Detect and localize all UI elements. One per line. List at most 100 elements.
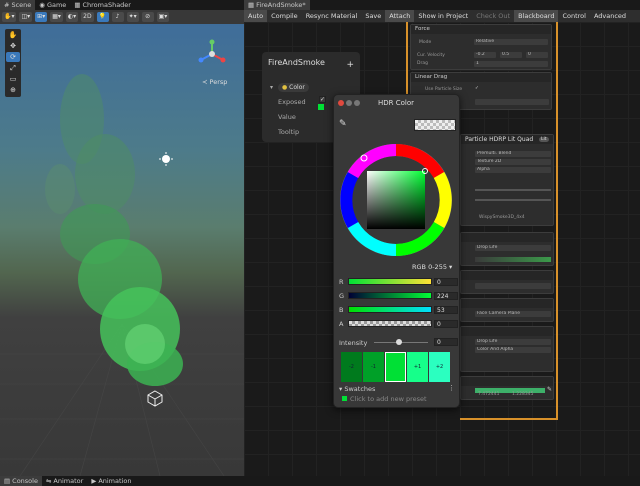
mode-2d-button[interactable]: 2D xyxy=(81,12,94,22)
animator-icon: ⇋ xyxy=(45,477,52,485)
minimize-window-icon[interactable] xyxy=(346,100,352,106)
eyedropper-icon[interactable]: ✎ xyxy=(339,119,347,129)
swatches-header[interactable]: ▾ Swatches xyxy=(339,385,375,393)
move-tool-icon[interactable]: ✥ xyxy=(6,41,20,51)
force-drag-field[interactable]: 1 xyxy=(474,61,548,67)
attach-button[interactable]: Attach xyxy=(385,10,415,22)
transform-tool-icon[interactable]: ⊕ xyxy=(6,85,20,95)
channel-g-value[interactable]: 224 xyxy=(434,292,458,300)
slider-track[interactable] xyxy=(475,189,551,191)
scale-tool-icon[interactable]: ⤢ xyxy=(6,63,20,73)
pivot-button[interactable]: ⊞▾ xyxy=(35,12,48,22)
compile-button[interactable]: Compile xyxy=(267,10,302,22)
tab-chroma-shader[interactable]: ▦ ChromaShader xyxy=(70,0,135,10)
maximize-window-icon[interactable] xyxy=(354,100,360,106)
swatch-plus-2[interactable]: +2 xyxy=(429,352,450,382)
float-block[interactable] xyxy=(460,270,554,294)
sun-light-icon xyxy=(159,152,173,166)
value-label: Value xyxy=(278,113,296,121)
channel-b-value[interactable]: 53 xyxy=(434,306,458,314)
color-alpha-dropdown[interactable]: Color And Alpha xyxy=(475,347,551,353)
hidden-objects-icon[interactable]: ⊘ xyxy=(141,12,154,22)
slider-track[interactable] xyxy=(475,199,551,201)
face-camera-dropdown[interactable]: Face Camera Plane xyxy=(475,311,551,317)
rotate-tool-icon[interactable]: ⟳ xyxy=(6,52,20,62)
channel-r-value[interactable]: 0 xyxy=(434,278,458,286)
orient-block[interactable]: Face Camera Plane xyxy=(460,298,554,322)
drag-value-field[interactable] xyxy=(475,99,549,105)
swatch-plus-1[interactable]: +1 xyxy=(407,352,428,382)
channel-r-slider[interactable] xyxy=(348,278,432,285)
channel-b-slider[interactable] xyxy=(348,306,432,313)
swatch-minus-1[interactable]: -1 xyxy=(363,352,384,382)
swatch-current[interactable] xyxy=(385,352,406,382)
tab-console[interactable]: ▤ Console xyxy=(0,476,42,486)
float-field[interactable] xyxy=(475,283,551,289)
hand-tool-button[interactable]: ✋▾ xyxy=(2,12,17,22)
intensity-value[interactable]: 0 xyxy=(434,338,458,346)
use-particle-size-label: Use Particle Size xyxy=(425,87,463,92)
persp-label[interactable]: ≺ Persp xyxy=(202,78,227,86)
tab-fire-and-smoke[interactable]: ▦ FireAndSmoke* xyxy=(244,0,310,10)
blackboard-toggle[interactable]: Blackboard xyxy=(514,10,559,22)
add-property-button[interactable]: + xyxy=(346,60,354,70)
scene-view[interactable]: ✋ ✥ ⟳ ⤢ ▭ ⊕ ≺ Persp xyxy=(0,24,244,476)
swatch-minus-2[interactable]: -2 xyxy=(341,352,362,382)
close-window-icon[interactable] xyxy=(338,100,344,106)
gradient-block[interactable]: ✎ xyxy=(460,376,554,400)
force-vel-x[interactable]: -0.2 xyxy=(474,52,496,58)
add-preset-hint[interactable]: Click to add new preset xyxy=(350,395,427,403)
block-header xyxy=(461,233,553,242)
drop-life-block[interactable]: Drop Life xyxy=(460,232,554,266)
tab-animation[interactable]: ▶ Animation xyxy=(87,476,135,486)
gizmo-toggle-button[interactable]: ◫▾ xyxy=(19,12,33,22)
force-vel-y[interactable]: 0.5 xyxy=(500,52,522,58)
channel-a-slider[interactable] xyxy=(348,320,432,327)
rect-tool-icon[interactable]: ▭ xyxy=(6,74,20,84)
save-button[interactable]: Save xyxy=(361,10,385,22)
channel-g-slider[interactable] xyxy=(348,292,432,299)
value-color-field[interactable] xyxy=(318,104,324,110)
lighting-toggle-icon[interactable]: 💡 xyxy=(96,12,109,22)
eyedropper-icon[interactable]: ✎ xyxy=(547,386,552,393)
shading-mode-button[interactable]: ◐▾ xyxy=(65,12,79,22)
alpha-dropdown[interactable]: Alpha xyxy=(475,167,551,173)
color-block[interactable]: Drop Life Color And Alpha xyxy=(460,326,554,372)
drop-life-dropdown[interactable]: Drop Life xyxy=(475,245,551,251)
intensity-thumb[interactable] xyxy=(396,339,402,345)
exposed-checkbox[interactable]: ✓ xyxy=(319,96,326,103)
preset-color-chip[interactable] xyxy=(342,396,347,401)
color-mode-dropdown[interactable]: RGB 0-255 ▾ xyxy=(412,263,452,271)
force-node[interactable]: Force Mode Relative Cur. Velocity -0.2 0… xyxy=(410,24,552,70)
tab-game[interactable]: ◉ Game xyxy=(35,0,70,10)
intensity-label: Intensity xyxy=(339,339,368,347)
texture-type-dropdown[interactable]: Texture 2D xyxy=(475,159,551,165)
use-size-checkbox[interactable]: ✓ xyxy=(475,86,479,91)
advanced-dropdown[interactable]: Advanced xyxy=(590,10,630,22)
expand-arrow-icon[interactable]: ▾ xyxy=(270,84,273,91)
tab-scene[interactable]: # Scene xyxy=(0,0,36,10)
camera-settings-icon[interactable]: ▣▾ xyxy=(156,12,170,22)
tab-animator[interactable]: ⇋ Animator xyxy=(42,476,87,486)
view-tool-icon[interactable]: ✋ xyxy=(6,30,20,40)
property-pill-label: Color xyxy=(289,84,305,91)
effects-toggle-icon[interactable]: ✦▾ xyxy=(126,12,139,22)
drop-life-dropdown-2[interactable]: Drop Life xyxy=(475,339,551,345)
audio-toggle-icon[interactable]: ♪ xyxy=(111,12,124,22)
orientation-gizmo-icon[interactable] xyxy=(198,39,226,63)
force-mode-dropdown[interactable]: Relative xyxy=(474,39,548,45)
life-curve[interactable] xyxy=(475,257,551,262)
force-vel-z[interactable]: 0 xyxy=(526,52,548,58)
blend-mode-dropdown[interactable]: Premulti. Blend xyxy=(475,151,551,157)
auto-toggle[interactable]: Auto xyxy=(244,10,268,22)
control-toggle[interactable]: Control xyxy=(558,10,590,22)
resync-material-button[interactable]: Resync Material xyxy=(302,10,362,22)
particle-quad-node[interactable]: Particle HDRP Lit Quad Lit Premulti. Ble… xyxy=(460,134,554,226)
swatches-menu-icon[interactable]: ⋮ xyxy=(448,384,455,392)
check-out-button[interactable]: Check Out xyxy=(472,10,514,22)
show-in-project-button[interactable]: Show in Project xyxy=(414,10,472,22)
hue-wheel[interactable] xyxy=(337,141,455,259)
property-pill-color[interactable]: ● Color xyxy=(278,83,309,92)
grid-snap-button[interactable]: ▦▾ xyxy=(50,12,63,22)
channel-a-value[interactable]: 0 xyxy=(434,320,458,328)
